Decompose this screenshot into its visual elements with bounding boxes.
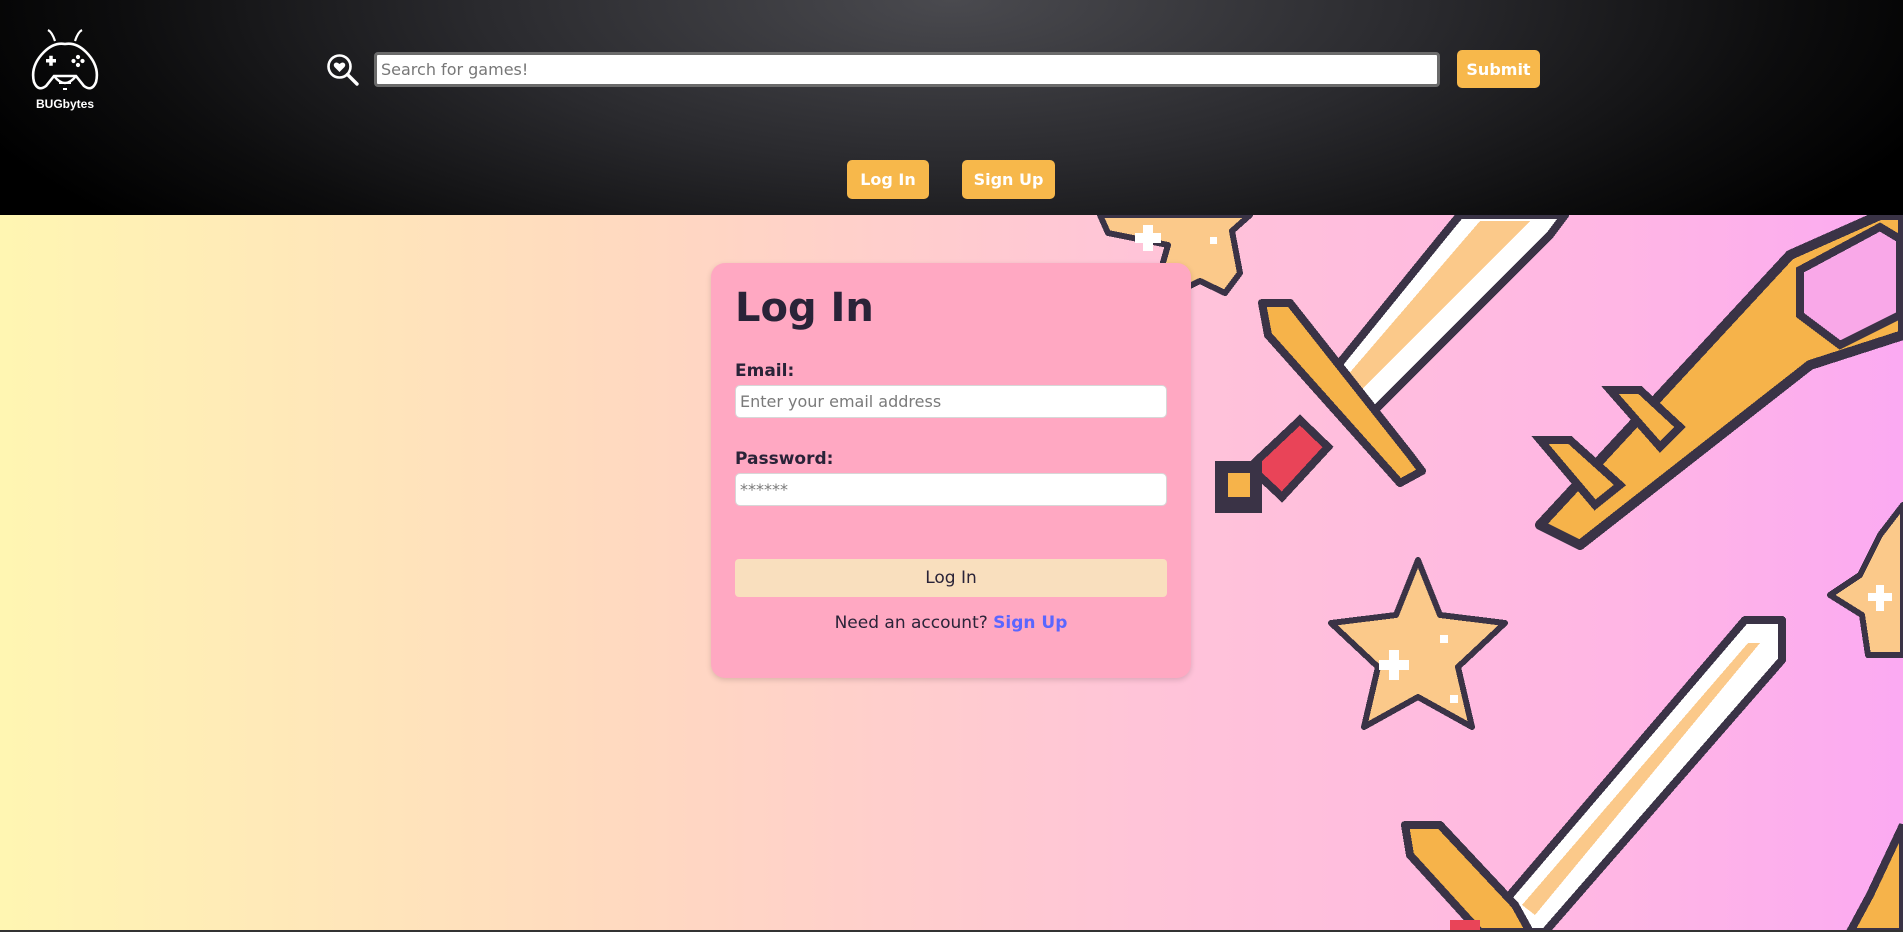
main-area: Log In Email: Password: Log In Need an a…: [0, 215, 1903, 932]
search-input[interactable]: [374, 52, 1440, 87]
header-login-button[interactable]: Log In: [847, 160, 929, 199]
login-card: Log In Email: Password: Log In Need an a…: [711, 263, 1191, 678]
search-heart-icon: [326, 53, 360, 87]
password-label: Password:: [735, 449, 834, 469]
email-label: Email:: [735, 361, 795, 381]
logo-text: BUGbytes: [35, 97, 94, 111]
star-icon: [1328, 557, 1508, 730]
sword-icon: [1215, 215, 1569, 513]
site-header: BUGbytes Submit Log In Sign Up: [0, 0, 1903, 215]
key-icon: [1531, 215, 1903, 550]
login-button[interactable]: Log In: [735, 559, 1167, 597]
star-icon: [1827, 502, 1903, 658]
gamepad-bug-icon: [31, 29, 99, 90]
page-title: Log In: [735, 285, 874, 331]
email-field[interactable]: [735, 385, 1167, 418]
signup-prompt-line: Need an account? Sign Up: [711, 613, 1191, 633]
signup-link[interactable]: Sign Up: [993, 613, 1067, 633]
submit-button[interactable]: Submit: [1457, 50, 1540, 88]
site-logo[interactable]: BUGbytes: [26, 26, 106, 116]
header-signup-button[interactable]: Sign Up: [962, 160, 1055, 199]
sword-icon: [1845, 823, 1903, 932]
signup-prompt: Need an account?: [834, 613, 988, 633]
password-field[interactable]: [735, 473, 1167, 506]
